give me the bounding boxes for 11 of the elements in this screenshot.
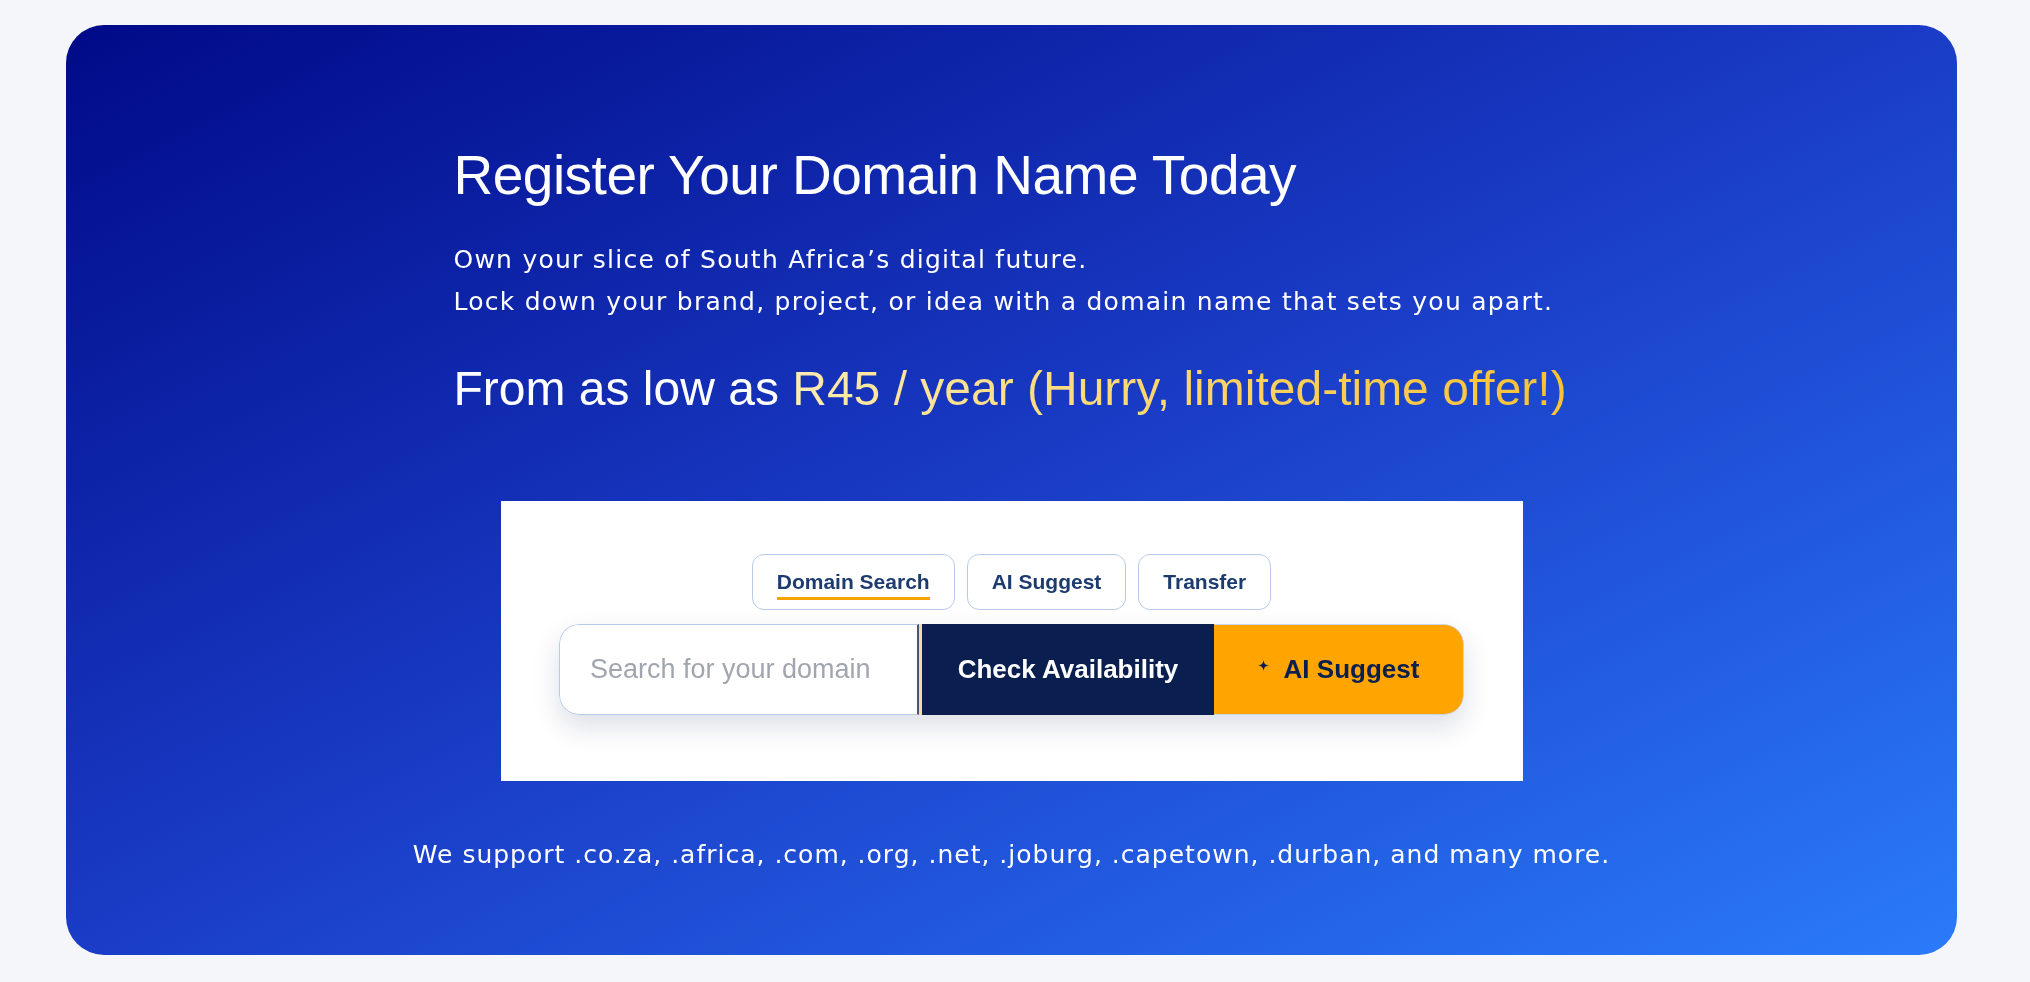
supported-domains-note: We support .co.za, .africa, .com, .org, .net, .joburg, .capetown, .durban, and many more. bbox=[412, 839, 1611, 871]
search-tab[interactable]: Transfer bbox=[1138, 554, 1272, 610]
hero-title: Register Your Domain Name Today bbox=[453, 143, 1298, 208]
search-field[interactable]: Search for your domain bbox=[559, 624, 919, 715]
search-tab[interactable]: AI Suggest bbox=[966, 554, 1127, 610]
search-tab[interactable]: Domain Search bbox=[751, 554, 955, 610]
hero-subtitle: Own your slice of South Africa’s digital future. bbox=[453, 244, 1089, 276]
sparkle-icon bbox=[1257, 660, 1269, 671]
check-availability-button[interactable]: Check Availability bbox=[919, 624, 1214, 715]
ai-suggest-button[interactable]: AI Suggest bbox=[1214, 624, 1464, 715]
hero-subtitle: Lock down your brand, project, or idea with a domain name that sets you apart. bbox=[453, 286, 1555, 318]
